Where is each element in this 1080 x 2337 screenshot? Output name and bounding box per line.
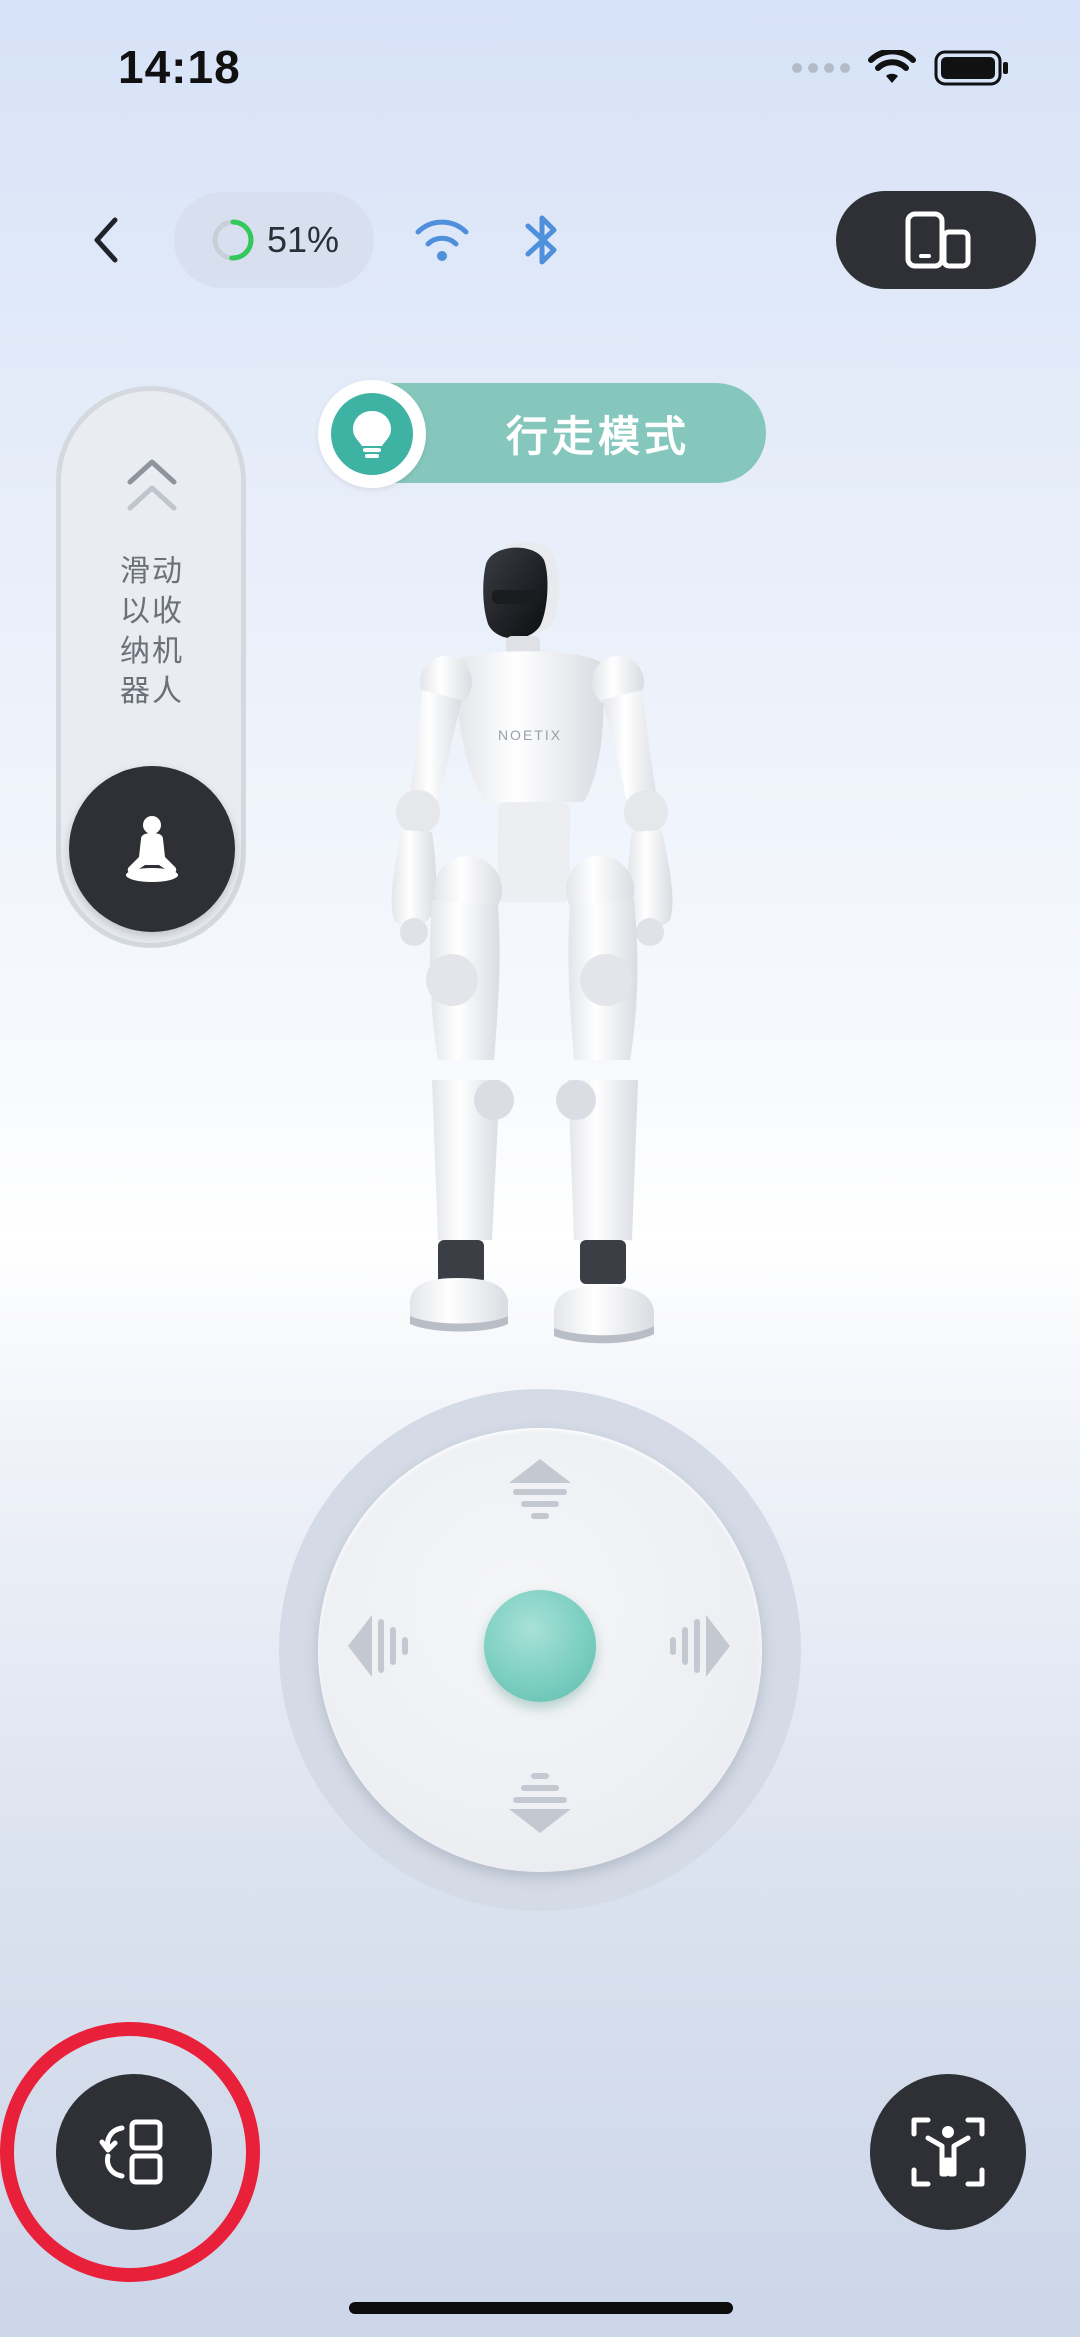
body-scan-icon bbox=[911, 2117, 985, 2187]
back-button[interactable] bbox=[78, 208, 134, 272]
lightbulb-icon bbox=[353, 411, 391, 458]
cellular-signal-icon bbox=[792, 63, 850, 73]
status-icons bbox=[792, 50, 1010, 86]
mode-label: 行走模式 bbox=[505, 412, 690, 460]
stow-slider-knob[interactable] bbox=[69, 766, 235, 932]
status-time: 14:18 bbox=[118, 41, 241, 93]
battery-ring-icon bbox=[212, 219, 254, 261]
phone-tablet-icon bbox=[905, 211, 971, 269]
bluetooth-icon bbox=[525, 215, 557, 265]
swap-layout-icon bbox=[99, 2119, 163, 2185]
robot-illustration: NOETIX bbox=[391, 542, 673, 1344]
right-arrow-icon[interactable] bbox=[662, 1611, 734, 1681]
sitting-person-icon bbox=[126, 816, 178, 882]
backward-arrow-icon[interactable] bbox=[505, 1765, 575, 1837]
forward-arrow-icon[interactable] bbox=[505, 1455, 575, 1527]
robot-brand-text: NOETIX bbox=[498, 727, 562, 743]
double-chevron-up-icon bbox=[124, 454, 180, 521]
robot-wifi-indicator[interactable] bbox=[410, 212, 474, 269]
switch-view-button[interactable] bbox=[56, 2074, 212, 2230]
battery-percent-text: 51% bbox=[266, 219, 340, 260]
wifi-status-icon bbox=[868, 50, 916, 83]
stow-slider-hint: 滑动 以收 纳机 器人 bbox=[120, 555, 184, 708]
left-arrow-icon[interactable] bbox=[344, 1611, 416, 1681]
full-body-scan-button[interactable] bbox=[870, 2074, 1026, 2230]
joystick-knob[interactable] bbox=[484, 1590, 596, 1702]
wifi-icon bbox=[415, 219, 469, 261]
robot-battery-indicator: 51% bbox=[174, 192, 374, 288]
home-indicator bbox=[349, 2302, 733, 2314]
device-switch-button[interactable] bbox=[836, 191, 1036, 289]
battery-status-icon bbox=[934, 50, 1008, 86]
mode-icon-badge bbox=[318, 380, 426, 488]
chevron-left-icon bbox=[94, 217, 118, 263]
robot-bluetooth-indicator[interactable] bbox=[520, 210, 564, 275]
